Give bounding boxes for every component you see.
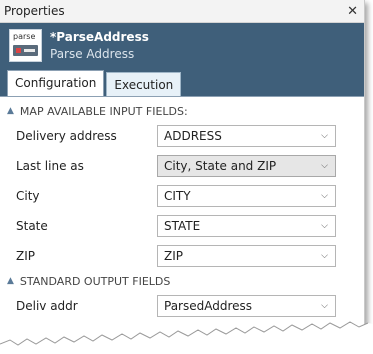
configuration-content: ▲ MAP AVAILABLE INPUT FIELDS: Delivery a… <box>0 96 364 354</box>
section-input-header[interactable]: ▲ MAP AVAILABLE INPUT FIELDS: <box>0 101 364 121</box>
parse-address-tool-icon: parse <box>9 29 42 62</box>
tab-configuration[interactable]: Configuration <box>7 70 105 96</box>
tab-bar: Configuration Execution <box>0 68 364 96</box>
select-value: ZIP <box>164 249 183 263</box>
field-row-deliv-addr: Deliv addr ParsedAddress ⌵ <box>0 291 364 321</box>
title-bar: Properties ✕ <box>0 0 364 23</box>
caret-up-icon[interactable]: ▲ <box>7 106 14 116</box>
field-label: Delivery address <box>16 129 117 143</box>
select-value: City, State and ZIP <box>164 159 277 173</box>
zip-select[interactable]: ZIP ⌵ <box>157 245 336 267</box>
last-line-select[interactable]: City, State and ZIP ⌵ <box>157 155 336 177</box>
field-row-delivery-address: Delivery address ADDRESS ⌵ <box>0 121 364 151</box>
chevron-down-icon: ⌵ <box>321 131 328 141</box>
chevron-down-icon: ⌵ <box>321 301 328 311</box>
field-label: State <box>16 219 48 233</box>
delivery-address-select[interactable]: ADDRESS ⌵ <box>157 125 336 147</box>
section-output-header[interactable]: ▲ STANDARD OUTPUT FIELDS <box>0 271 364 291</box>
field-row-state: State STATE ⌵ <box>0 211 364 241</box>
section-input-title: MAP AVAILABLE INPUT FIELDS: <box>19 104 188 118</box>
field-row-zip: ZIP ZIP ⌵ <box>0 241 364 271</box>
window-title: Properties <box>4 4 65 18</box>
chevron-down-icon: ⌵ <box>321 251 328 261</box>
torn-edge <box>0 321 373 354</box>
section-output-title: STANDARD OUTPUT FIELDS <box>19 274 171 288</box>
tool-header: parse *ParseAddress Parse Address <box>0 23 364 68</box>
field-row-city: City CITY ⌵ <box>0 181 364 211</box>
select-value: STATE <box>164 219 201 233</box>
field-label: Last line as <box>16 159 84 173</box>
properties-panel: Properties ✕ parse *ParseAddress Parse A… <box>0 0 365 354</box>
tool-icon-label: parse <box>13 32 36 41</box>
state-select[interactable]: STATE ⌵ <box>157 215 336 237</box>
field-label: City <box>16 189 40 203</box>
close-icon[interactable]: ✕ <box>347 5 358 18</box>
deliv-addr-select[interactable]: ParsedAddress ⌵ <box>157 295 336 317</box>
tab-execution[interactable]: Execution <box>106 72 182 96</box>
field-row-last-line: Last line as City, State and ZIP ⌵ <box>0 151 364 181</box>
select-value: ADDRESS <box>164 129 222 143</box>
chevron-down-icon: ⌵ <box>321 221 328 231</box>
select-value: CITY <box>164 189 191 203</box>
field-label: ZIP <box>16 249 35 263</box>
address-card-icon <box>13 45 38 56</box>
tool-subtitle: Parse Address <box>50 47 135 61</box>
city-select[interactable]: CITY ⌵ <box>157 185 336 207</box>
tool-title: *ParseAddress <box>50 30 149 44</box>
chevron-down-icon: ⌵ <box>321 161 328 171</box>
chevron-down-icon: ⌵ <box>321 191 328 201</box>
caret-up-icon[interactable]: ▲ <box>7 276 14 286</box>
select-value: ParsedAddress <box>164 299 253 313</box>
field-label: Deliv addr <box>16 299 78 313</box>
